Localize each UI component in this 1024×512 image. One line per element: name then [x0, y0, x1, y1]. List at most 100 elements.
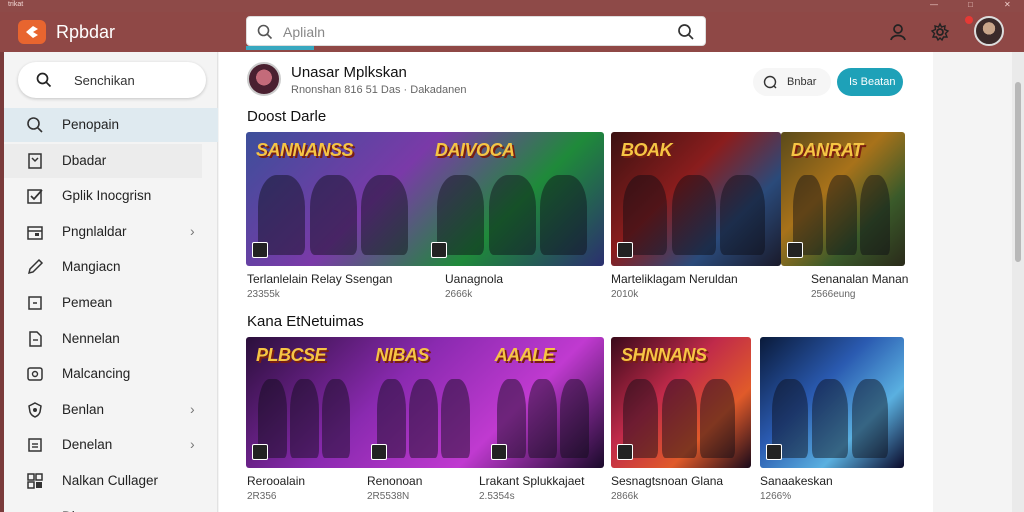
app-header: Rpbdar Aplialn	[0, 12, 1024, 52]
character-figure	[812, 378, 849, 458]
user-icon[interactable]	[888, 22, 908, 42]
character-figure	[671, 174, 716, 256]
sidebar-item-10[interactable]: Denelan ›	[4, 428, 218, 462]
bookmark-icon	[28, 152, 42, 169]
game-logo-text: SHNNANS	[621, 345, 707, 365]
sidebar-item-label: Mangiacn	[62, 259, 121, 275]
chevron-right-icon: ›	[190, 400, 195, 417]
game-logo-text: DANRAT	[791, 140, 863, 160]
search-accent-bar	[246, 46, 314, 50]
character-figure	[321, 378, 351, 458]
character-figure	[560, 378, 590, 458]
game-card-title[interactable]: Uanagnola	[445, 272, 503, 286]
sidebar-item-label: Dlnaaa	[62, 509, 105, 512]
sidebar-item-label: Gplik Inocgrisn	[62, 188, 152, 204]
game-logo-text: AAALE	[494, 345, 555, 365]
character-figure	[289, 378, 319, 458]
sidebar-item-2[interactable]: Dbadar	[4, 143, 202, 178]
search-icon	[257, 24, 273, 40]
platform-badge-icon	[617, 242, 633, 258]
game-thumbnail[interactable]: PLBCSE NIBAS AAALE	[246, 337, 604, 468]
sidebar-item-8[interactable]: Malcancing	[4, 357, 218, 391]
game-card-title[interactable]: Marteliklagam Neruldan	[611, 272, 738, 286]
page-title: Unasar Mplkskan	[291, 64, 407, 81]
sidebar-item-1[interactable]: Penopain	[4, 108, 218, 142]
game-thumbnail[interactable]: DANRAT	[781, 132, 905, 266]
game-card-title[interactable]: Sanaakeskan	[760, 474, 833, 488]
sidebar-search-label: Senchikan	[74, 73, 135, 88]
window-title: trikat	[8, 1, 24, 8]
sidebar-item-label: Penopain	[62, 117, 120, 132]
sidebar: Senchikan Penopain Dbadar Gplik Inocgrisn P…	[4, 52, 218, 512]
sidebar-item-label: Benlan	[62, 401, 105, 417]
secondary-button[interactable]: Bnbar	[753, 68, 831, 96]
sidebar-item-3[interactable]: Gplik Inocgrisn	[4, 179, 218, 213]
sidebar-item-label: Malcancing	[62, 366, 131, 382]
character-figure	[661, 378, 697, 458]
game-logo-text: NIBAS	[375, 345, 429, 365]
game-thumbnail[interactable]	[760, 337, 904, 468]
character-figure	[826, 174, 857, 256]
platform-badge-icon	[252, 444, 268, 460]
scrollbar[interactable]	[1012, 52, 1024, 512]
game-card-meta: 2.5354s	[479, 491, 515, 502]
sidebar-item-4[interactable]: Pngnlaldar ›	[4, 215, 218, 249]
page-subtitle: Rnonshan 816 51 Das · Dakadanen	[291, 84, 467, 96]
character-figure	[309, 174, 357, 256]
sidebar-item-11[interactable]: Nalkan Cullager	[4, 464, 218, 498]
game-card-meta: 2010k	[611, 289, 639, 300]
sidebar-item-7[interactable]: Nennelan	[4, 322, 218, 356]
game-thumbnail[interactable]: SHNNANS	[611, 337, 751, 468]
square-icon	[28, 296, 42, 310]
sidebar-item-12[interactable]: Dlnaaa	[4, 500, 218, 512]
primary-button-label: Is Beatan	[849, 76, 896, 88]
game-thumbnail[interactable]: BOAK	[611, 132, 781, 266]
primary-button[interactable]: Is Beatan	[837, 68, 903, 96]
game-card-title[interactable]: Senanalan Manan	[811, 272, 908, 286]
game-logo-text: PLBCSE	[256, 345, 327, 365]
minimize-icon[interactable]: —	[930, 0, 938, 9]
chevron-right-icon: ›	[190, 436, 195, 453]
character-figure	[852, 378, 889, 458]
game-logo-text: BOAK	[621, 140, 673, 160]
game-card-title[interactable]: Rerooalain	[247, 474, 305, 488]
section-title-new: Kana EtNetuimas	[247, 313, 364, 330]
section-title-featured: Doost Darle	[247, 108, 327, 125]
maximize-icon[interactable]: □	[968, 0, 973, 9]
publisher-avatar[interactable]	[247, 62, 281, 96]
sidebar-item-label: Dbadar	[62, 152, 107, 168]
sidebar-item-label: Nalkan Cullager	[62, 473, 159, 488]
sidebar-item-label: Denelan	[62, 437, 113, 453]
sidebar-item-9[interactable]: Benlan ›	[4, 393, 218, 427]
game-card-meta: 2R5538N	[367, 491, 410, 502]
app-logo-icon[interactable]	[18, 20, 46, 44]
game-card-meta: 2R356	[247, 491, 277, 502]
image-icon	[27, 367, 43, 381]
platform-badge-icon	[490, 444, 507, 460]
game-card-title[interactable]: Renonoan	[367, 474, 422, 488]
user-avatar[interactable]	[974, 16, 1004, 46]
global-search-input[interactable]: Aplialn	[246, 16, 706, 46]
character-figure	[528, 378, 558, 458]
check-square-icon	[27, 189, 43, 204]
app-body: Senchikan Penopain Dbadar Gplik Inocgrisn P…	[4, 52, 1014, 512]
game-card-meta: 2666k	[445, 289, 473, 300]
platform-badge-icon	[371, 444, 388, 460]
character-figure	[409, 378, 438, 458]
platform-badge-icon	[617, 444, 633, 460]
game-card-title[interactable]: Sesnagtsnoan Glana	[611, 474, 723, 488]
settings-gear-icon[interactable]	[930, 22, 950, 42]
search-submit-icon[interactable]	[677, 23, 695, 41]
sidebar-search-button[interactable]: Senchikan	[18, 62, 206, 98]
close-icon[interactable]: ✕	[1004, 0, 1011, 9]
game-card-title[interactable]: Terlanlelain Relay Ssengan	[247, 272, 392, 286]
game-card-title[interactable]: Lrakant Splukkajaet	[479, 474, 584, 488]
app-title: Rpbdar	[56, 22, 116, 42]
sidebar-item-5[interactable]: Mangiacn	[4, 250, 218, 284]
sidebar-item-6[interactable]: Pemean	[4, 286, 218, 320]
platform-badge-icon	[431, 242, 447, 258]
scrollbar-thumb[interactable]	[1015, 82, 1021, 262]
platform-badge-icon	[766, 444, 782, 460]
game-thumbnail[interactable]: SANNANSS DAIVOCA	[246, 132, 604, 266]
sidebar-item-label: Pngnlaldar	[62, 223, 127, 239]
